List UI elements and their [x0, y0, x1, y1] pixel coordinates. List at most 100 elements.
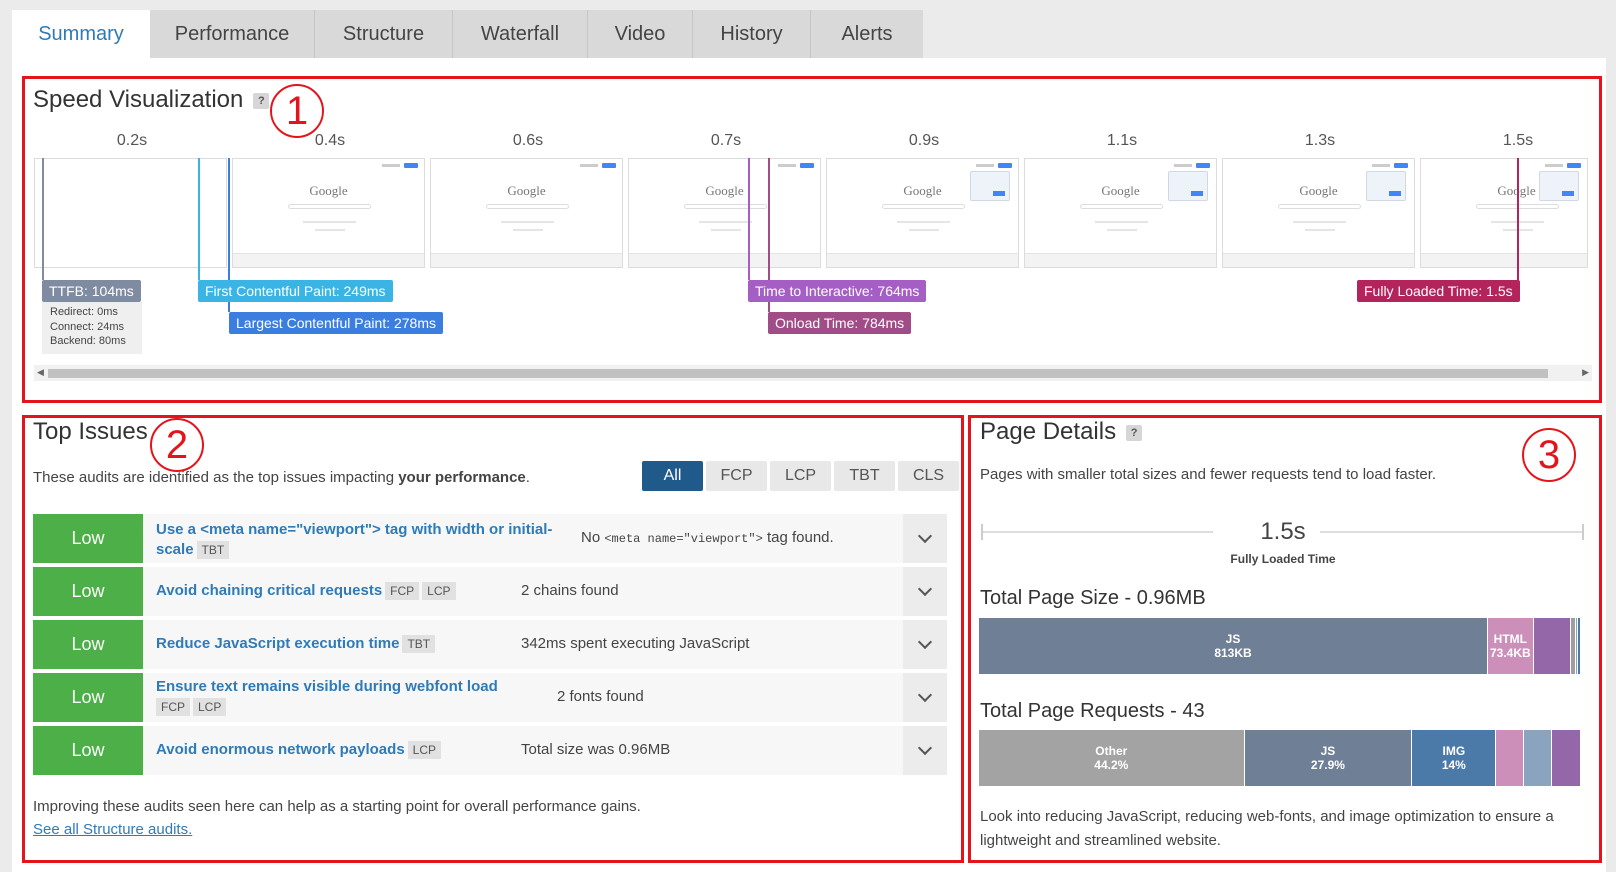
- issue-row[interactable]: Low Reduce JavaScript execution time TBT …: [33, 620, 947, 669]
- expand-button[interactable]: [903, 620, 947, 669]
- total-page-requests-title: Total Page Requests - 43: [980, 700, 1205, 722]
- issue-description: Total size was 0.96MB: [521, 741, 671, 758]
- see-all-structure-audits-link[interactable]: See all Structure audits.: [33, 821, 192, 838]
- frame-thumbnail[interactable]: Google: [628, 158, 821, 268]
- page-requests-segment[interactable]: [1551, 730, 1580, 786]
- frame-thumbnail[interactable]: Google: [1024, 158, 1217, 268]
- tti-marker-line: [748, 158, 750, 280]
- filter-fcp-button[interactable]: FCP: [706, 461, 767, 491]
- annotation-number-2: 2: [150, 418, 204, 472]
- tab-structure[interactable]: Structure: [315, 10, 453, 58]
- page-requests-segment[interactable]: [1523, 730, 1552, 786]
- page-size-segment[interactable]: JS 813KB: [979, 618, 1488, 674]
- scrollbar-thumb[interactable]: [48, 369, 1548, 378]
- metric-tag: LCP: [407, 741, 442, 760]
- expand-button[interactable]: [903, 567, 947, 616]
- frame-thumbnail[interactable]: Google: [232, 158, 425, 268]
- annotation-number-3: 3: [1522, 428, 1576, 482]
- filter-all-button[interactable]: All: [642, 461, 703, 491]
- segment-value: 813KB: [1214, 646, 1252, 660]
- frame-thumbnail[interactable]: Google: [1420, 158, 1588, 268]
- chevron-down-icon: [917, 687, 933, 703]
- metric-tag: TBT: [402, 635, 436, 654]
- ttfb-breakdown: Redirect: 0ms Connect: 24ms Backend: 80m…: [42, 302, 142, 354]
- segment-value: 73.4KB: [1490, 646, 1531, 660]
- page-details-footer: Look into reducing JavaScript, reducing …: [980, 808, 1554, 849]
- issue-title[interactable]: Ensure text remains visible during webfo…: [156, 677, 536, 717]
- ttfb-marker-line: [42, 158, 44, 280]
- timeline-end-cap: [1582, 524, 1584, 540]
- scroll-left-arrow-icon[interactable]: ◀: [37, 367, 44, 378]
- metric-tag: LCP: [422, 582, 456, 601]
- segment-label: Other: [1095, 744, 1128, 758]
- issue-row[interactable]: Low Avoid enormous network payloads LCP T…: [33, 726, 947, 775]
- issue-row[interactable]: Low Ensure text remains visible during w…: [33, 673, 947, 722]
- chevron-down-icon: [917, 740, 933, 756]
- time-label: 1.3s: [1304, 132, 1336, 149]
- expand-button[interactable]: [903, 673, 947, 722]
- page-details-intro: Pages with smaller total sizes and fewer…: [980, 466, 1437, 483]
- severity-badge: Low: [33, 567, 143, 616]
- fcp-tag: First Contentful Paint: 249ms: [198, 280, 393, 302]
- severity-badge: Low: [33, 673, 143, 722]
- filmstrip-scrollbar[interactable]: ◀ ▶: [34, 365, 1592, 381]
- page-size-segment[interactable]: [1578, 618, 1580, 674]
- filter-cls-button[interactable]: CLS: [898, 461, 959, 491]
- lcp-tag: Largest Contentful Paint: 278ms: [229, 312, 444, 334]
- page-requests-segment[interactable]: Other 44.2%: [979, 730, 1245, 786]
- segment-value: 44.2%: [1094, 758, 1129, 772]
- redirect-time: Redirect: 0ms: [50, 306, 118, 318]
- issue-row[interactable]: Low Use a <meta name="viewport"> tag wit…: [33, 514, 947, 563]
- severity-badge: Low: [33, 514, 143, 563]
- tab-alerts[interactable]: Alerts: [811, 10, 923, 58]
- expand-button[interactable]: [903, 726, 947, 775]
- help-icon[interactable]: ?: [253, 92, 270, 109]
- expand-button[interactable]: [903, 514, 947, 563]
- issue-title[interactable]: Avoid chaining critical requests FCP LCP: [156, 581, 456, 601]
- issue-description: 2 chains found: [521, 582, 619, 599]
- onload-tag: Onload Time: 784ms: [768, 312, 912, 334]
- page-details-title: Page Details?: [980, 418, 1143, 446]
- tab-history[interactable]: History: [693, 10, 811, 58]
- time-label: 0.4s: [314, 132, 346, 149]
- issue-row[interactable]: Low Avoid chaining critical requests FCP L…: [33, 567, 947, 616]
- segment-label: HTML: [1493, 632, 1527, 646]
- ttfb-tag: TTFB: 104ms: [42, 280, 141, 302]
- page-requests-segment[interactable]: [1496, 730, 1524, 786]
- severity-badge: Low: [33, 620, 143, 669]
- help-icon[interactable]: ?: [1126, 424, 1143, 441]
- segment-value: 27.9%: [1310, 758, 1345, 772]
- fully-loaded-marker-line: [1517, 158, 1519, 280]
- page-requests-bar: Other 44.2% JS 27.9% IMG 14%: [979, 730, 1580, 786]
- metric-tag: FCP: [156, 698, 190, 717]
- issue-title[interactable]: Reduce JavaScript execution time TBT: [156, 634, 436, 654]
- page-requests-segment[interactable]: IMG 14%: [1412, 730, 1497, 786]
- page-size-bar: JS 813KB HTML 73.4KB: [979, 618, 1580, 674]
- severity-badge: Low: [33, 726, 143, 775]
- scroll-right-arrow-icon[interactable]: ▶: [1582, 367, 1589, 378]
- total-page-size-title: Total Page Size - 0.96MB: [980, 587, 1206, 609]
- time-label: 0.2s: [116, 132, 148, 149]
- frame-thumbnail[interactable]: Google: [1222, 158, 1415, 268]
- frame-thumbnail[interactable]: Google: [826, 158, 1019, 268]
- filter-tbt-button[interactable]: TBT: [834, 461, 895, 491]
- tab-video[interactable]: Video: [588, 10, 693, 58]
- issue-title[interactable]: Avoid enormous network payloads LCP: [156, 740, 442, 760]
- timeline-line: [1320, 531, 1582, 533]
- filter-lcp-button[interactable]: LCP: [770, 461, 831, 491]
- page-size-segment[interactable]: HTML 73.4KB: [1488, 618, 1534, 674]
- time-label: 0.9s: [908, 132, 940, 149]
- page-requests-segment[interactable]: JS 27.9%: [1244, 730, 1413, 786]
- issues-footer-text: Improving these audits seen here can hel…: [33, 798, 641, 815]
- tab-summary[interactable]: Summary: [12, 10, 150, 58]
- page-size-segment[interactable]: [1533, 618, 1571, 674]
- tab-waterfall[interactable]: Waterfall: [453, 10, 588, 58]
- chevron-down-icon: [917, 528, 933, 544]
- time-label: 0.6s: [512, 132, 544, 149]
- speed-visualization-title: Speed Visualization?: [33, 86, 270, 114]
- segment-label: JS: [1320, 744, 1336, 758]
- issue-title[interactable]: Use a <meta name="viewport"> tag with wi…: [156, 520, 566, 560]
- tab-performance[interactable]: Performance: [150, 10, 315, 58]
- backend-time: Backend: 80ms: [50, 335, 126, 347]
- frame-thumbnail[interactable]: Google: [430, 158, 623, 268]
